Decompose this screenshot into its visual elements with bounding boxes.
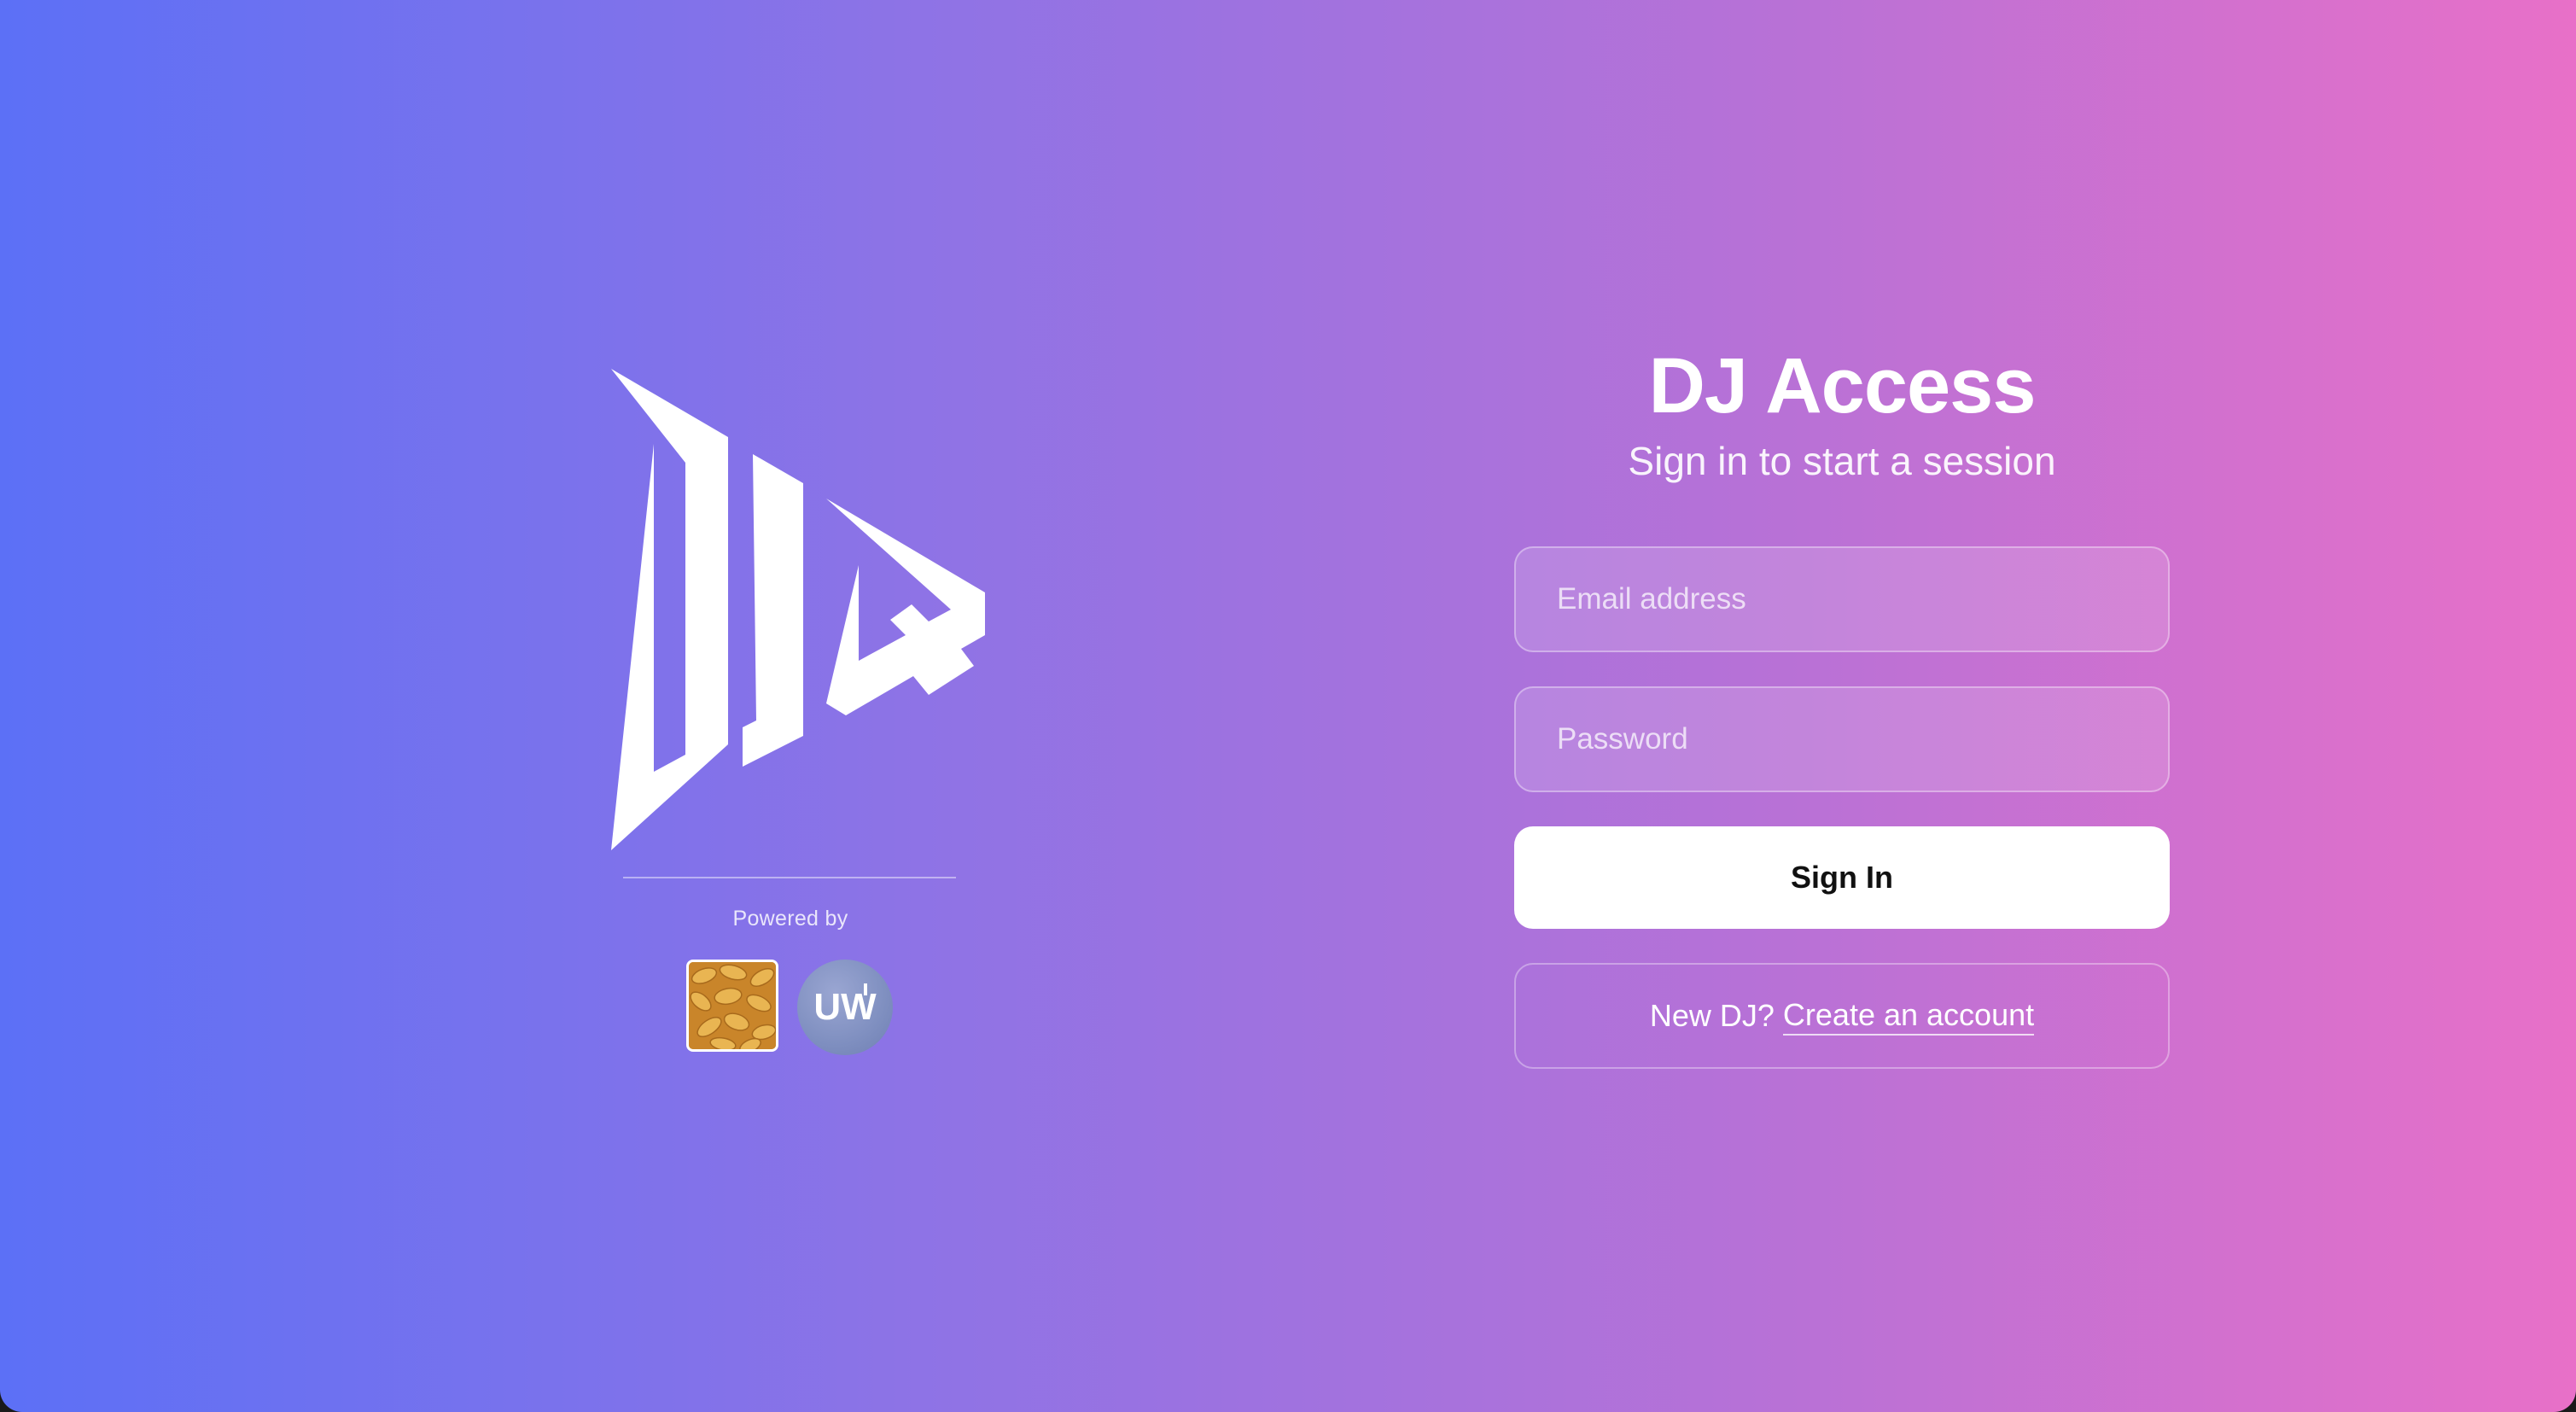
powered-by-label: Powered by <box>732 907 848 931</box>
page-subtitle: Sign in to start a session <box>1628 439 2056 483</box>
sign-in-button[interactable]: Sign In <box>1514 826 2170 929</box>
uw-logo-text: UW <box>813 986 877 1028</box>
email-input[interactable] <box>1514 546 2170 652</box>
peanut-logo-icon <box>686 960 778 1052</box>
signup-prompt: New DJ? <box>1649 998 1775 1033</box>
password-input[interactable] <box>1514 686 2170 792</box>
login-screen: Powered by UW DJ Access Sign in to start… <box>0 0 2576 1412</box>
djq-logo-icon <box>611 369 985 850</box>
brand-panel: Powered by UW <box>597 359 985 1076</box>
page-title: DJ Access <box>1648 342 2036 429</box>
uw-logo-icon: UW <box>797 960 893 1055</box>
brand-divider <box>623 877 956 878</box>
partner-logos: UW <box>686 960 893 1059</box>
signup-box: New DJ? Create an account <box>1514 963 2170 1069</box>
create-account-link[interactable]: Create an account <box>1782 997 2035 1036</box>
